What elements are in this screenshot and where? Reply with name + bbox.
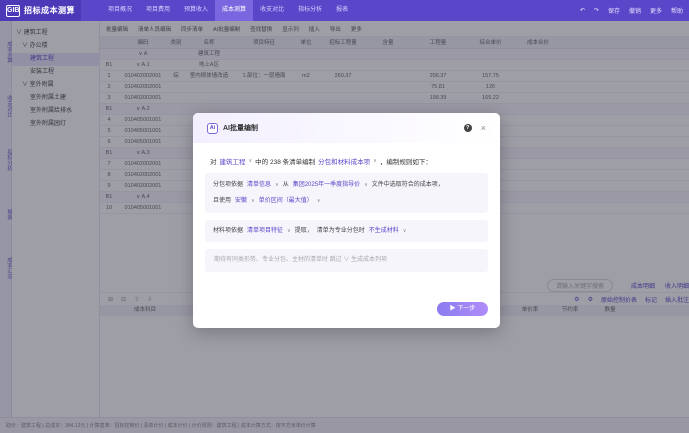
summary-suffix: ，编制规则如下： — [379, 159, 432, 166]
help-icon[interactable]: ? — [463, 124, 472, 132]
ai-batch-modal: Ai AI批量编制 ? × 对 建筑工程 ∨ 中的 238 条清单编制 分包和材… — [193, 113, 500, 328]
top-action[interactable]: ↷ — [594, 7, 599, 14]
menu-item[interactable]: 收支对比 — [253, 0, 291, 21]
summary-prefix: 对 — [210, 159, 217, 166]
rule2-action-select[interactable]: 不生成材料 — [369, 223, 399, 239]
menu-item[interactable]: 报表 — [329, 0, 355, 21]
price-range-select[interactable]: 单价区间（最大值） — [259, 193, 313, 209]
modal-title: AI批量编制 — [223, 125, 258, 132]
menu-item[interactable]: 项目费用 — [139, 0, 177, 21]
chevron-down-icon: ∨ — [275, 182, 279, 188]
rule1b-prefix: 且使用 — [213, 198, 232, 204]
main-menu: 项目概况 项目费用 预算收入 成本测算 收支对比 指标分析 报表 — [101, 0, 355, 21]
rule1-tail: 文件中选取符合的成本项， — [371, 182, 444, 188]
custom-prompt-input[interactable]: 期待有同类形势、专业分包、主材的清单时 跳过 ∨ 生成成本列项 — [205, 249, 488, 272]
top-action[interactable]: 撤销 — [629, 6, 641, 15]
app-logo: GIB 招标成本测算 — [0, 0, 81, 21]
chevron-down-icon: ∨ — [373, 158, 377, 164]
ai-icon: Ai — [207, 122, 218, 134]
top-action[interactable]: 保存 — [608, 6, 620, 15]
menu-item[interactable]: 成本测算 — [215, 0, 254, 21]
rule2-cond: 清单为专业分包时 — [316, 228, 365, 234]
rule1-label: 分包项依据 — [213, 182, 244, 188]
chevron-down-icon: ∨ — [287, 228, 291, 234]
next-step-button[interactable]: ▶ 下一步 — [437, 302, 488, 316]
scope-select[interactable]: 建筑工程 — [220, 156, 246, 166]
target-select[interactable]: 分包和材料成本项 — [318, 156, 370, 166]
top-actions: ↶ ↷ 保存 撤销 更多 帮助 — [580, 6, 689, 15]
close-icon[interactable]: × — [481, 124, 486, 133]
material-rule: 材料项依据 清单项目特征 ∨ 提取， 清单为专业分包时 不生成材料 ∨ — [205, 220, 488, 242]
rule-summary: 对 建筑工程 ∨ 中的 238 条清单编制 分包和材料成本项 ∨ ，编制规则如下… — [210, 156, 500, 166]
rule2-mid: 提取， — [294, 228, 313, 234]
chevron-down-icon: ∨ — [251, 198, 255, 204]
menu-item[interactable]: 项目概况 — [101, 0, 139, 21]
menu-item[interactable]: 预算收入 — [177, 0, 215, 21]
top-action[interactable]: 更多 — [650, 6, 662, 15]
rule1-from: 从 — [282, 182, 289, 188]
modal-header: Ai AI批量编制 ? × — [193, 113, 500, 143]
chevron-down-icon: ∨ — [248, 158, 253, 164]
rule2-source-select[interactable]: 清单项目特征 — [247, 223, 283, 239]
chevron-down-icon: ∨ — [316, 198, 321, 204]
subcontract-rule: 分包项依据 清单信息 ∨ 从 集团2025年一季度指导价 ∨ 文件中选取符合的成… — [205, 173, 488, 213]
top-action[interactable]: ↶ — [580, 7, 585, 14]
rule1-db-select[interactable]: 集团2025年一季度指导价 — [293, 177, 360, 193]
logo-mark: GIB — [6, 4, 20, 17]
menu-item[interactable]: 指标分析 — [291, 0, 329, 21]
app-title: 招标成本测算 — [24, 6, 75, 15]
region-select[interactable]: 安徽 — [235, 193, 247, 209]
chevron-down-icon: ∨ — [364, 182, 368, 188]
summary-mid: 中的 238 条清单编制 — [255, 159, 316, 166]
rule2-label: 材料项依据 — [213, 228, 244, 234]
rule1-source-select[interactable]: 清单信息 — [247, 177, 271, 193]
top-bar: GIB 招标成本测算 项目概况 项目费用 预算收入 成本测算 收支对比 指标分析 报表 ↶ ↷… — [0, 0, 689, 21]
chevron-down-icon: ∨ — [402, 228, 407, 234]
top-action[interactable]: 帮助 — [671, 6, 683, 15]
